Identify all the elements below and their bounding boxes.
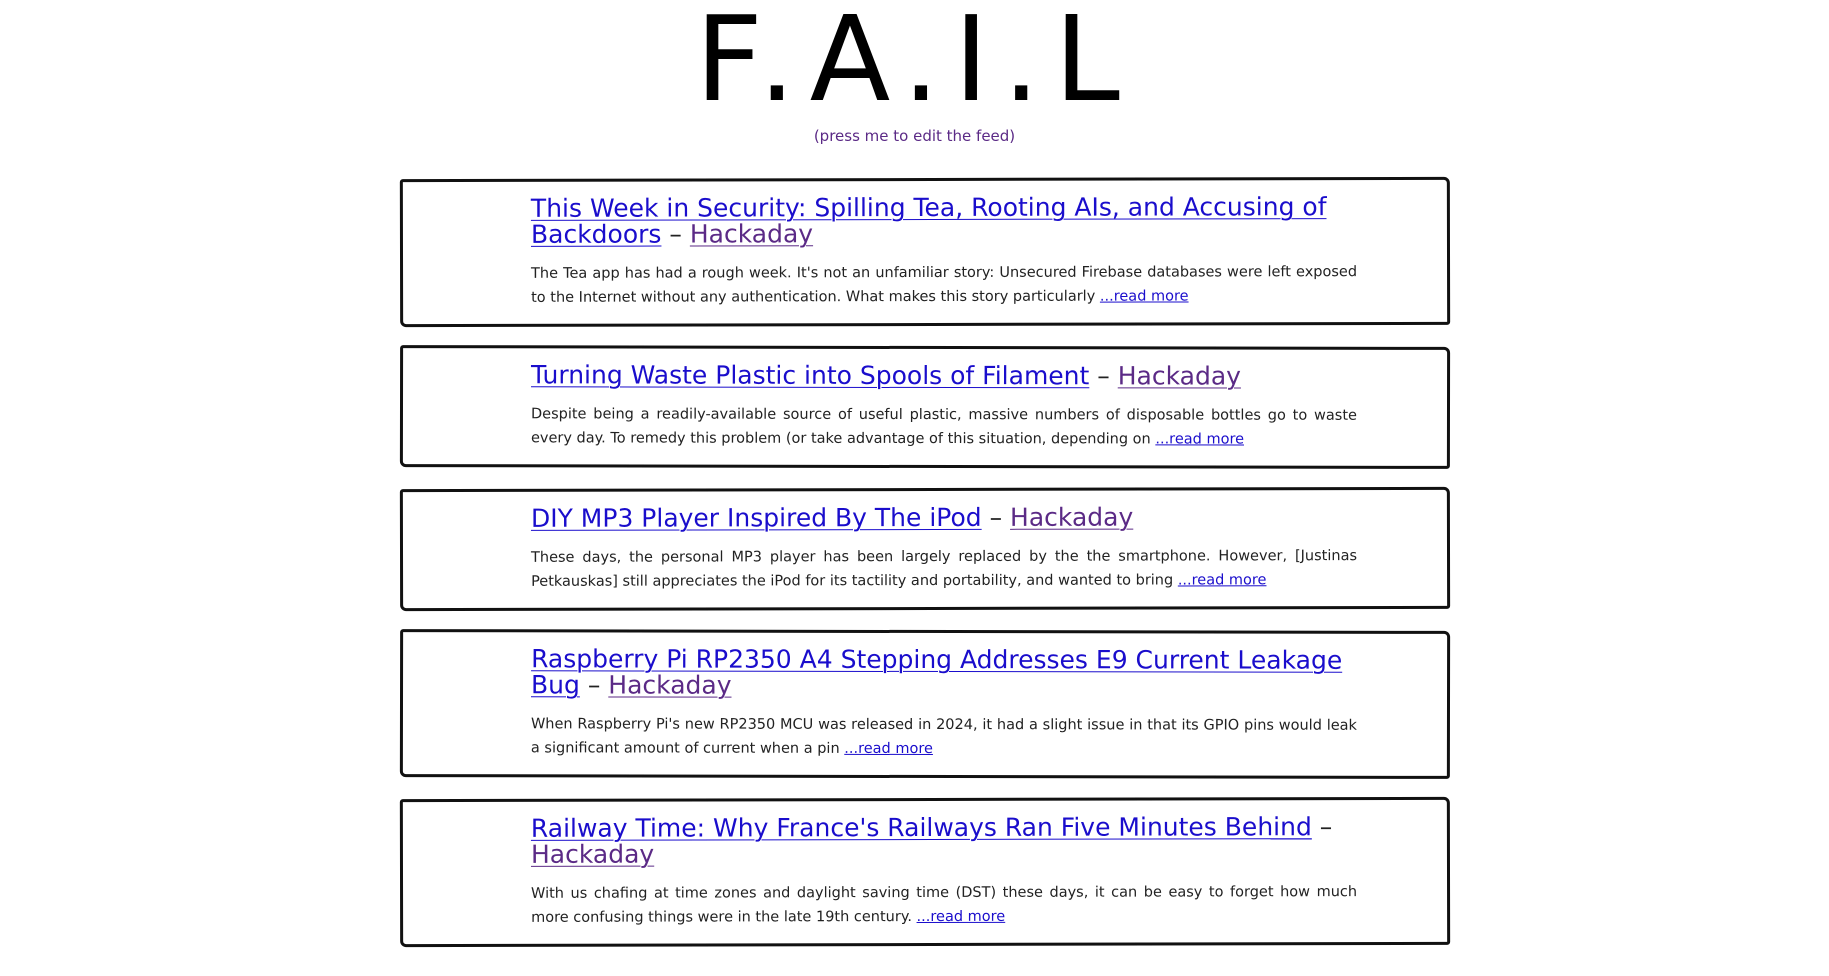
feed-item-description: With us chafing at time zones and daylig… [531,880,1357,930]
separator: – [989,502,1003,532]
feed-card: Raspberry Pi RP2350 A4 Stepping Addresse… [399,629,1451,779]
feed-card: This Week in Security: Spilling Tea, Roo… [399,176,1451,328]
feed-item-source-link[interactable]: Hackaday [690,219,813,248]
feed-item-description-text: When Raspberry Pi's new RP2350 MCU was r… [530,716,1357,757]
separator: – [1319,812,1333,842]
feed-card: Turning Waste Plastic into Spools of Fil… [399,345,1451,469]
site-title: F.A.I.L [695,0,1134,128]
feed-item-description: These days, the personal MP3 player has … [531,544,1357,594]
feed-item-source-link[interactable]: Hackaday [531,840,654,869]
feed-item-source-link[interactable]: Hackaday [1118,361,1241,390]
feed-card-heading: DIY MP3 Player Inspired By The iPod – Ha… [531,502,1357,533]
feed-card: Railway Time: Why France's Railways Ran … [399,796,1451,948]
feed-item-title-link[interactable]: DIY MP3 Player Inspired By The iPod [531,503,982,533]
feed-card-heading: Raspberry Pi RP2350 A4 Stepping Addresse… [531,644,1357,700]
feed-card-heading: This Week in Security: Spilling Tea, Roo… [531,192,1357,249]
feed-item-title-link[interactable]: Railway Time: Why France's Railways Ran … [531,812,1312,843]
read-more-link[interactable]: ...read more [1155,431,1244,447]
feed-item-description-text: The Tea app has had a rough week. It's n… [531,264,1358,306]
separator: – [669,219,682,249]
separator: – [587,670,601,700]
read-more-link[interactable]: ...read more [1100,288,1189,304]
feed-card: DIY MP3 Player Inspired By The iPod – Ha… [399,486,1451,612]
feed-item-source-link[interactable]: Hackaday [608,670,731,699]
feed-item-description: Despite being a readily-available source… [531,402,1357,451]
feed-item-description: When Raspberry Pi's new RP2350 MCU was r… [531,712,1357,761]
feed-item-title-link[interactable]: This Week in Security: Spilling Tea, Roo… [531,192,1327,249]
feed-card-heading: Railway Time: Why France's Railways Ran … [531,812,1357,869]
feed-item-description: The Tea app has had a rough week. It's n… [531,260,1357,310]
read-more-link[interactable]: ...read more [844,741,933,757]
read-more-link[interactable]: ...read more [917,909,1006,925]
feed-list: This Week in Security: Spilling Tea, Roo… [399,176,1451,966]
read-more-link[interactable]: ...read more [1178,572,1267,588]
feed-item-title-link[interactable]: Turning Waste Plastic into Spools of Fil… [531,360,1089,390]
edit-feed-link[interactable]: (press me to edit the feed) [0,127,1829,145]
feed-card-heading: Turning Waste Plastic into Spools of Fil… [531,360,1357,391]
separator: – [1097,361,1110,391]
feed-item-source-link[interactable]: Hackaday [1010,503,1133,532]
